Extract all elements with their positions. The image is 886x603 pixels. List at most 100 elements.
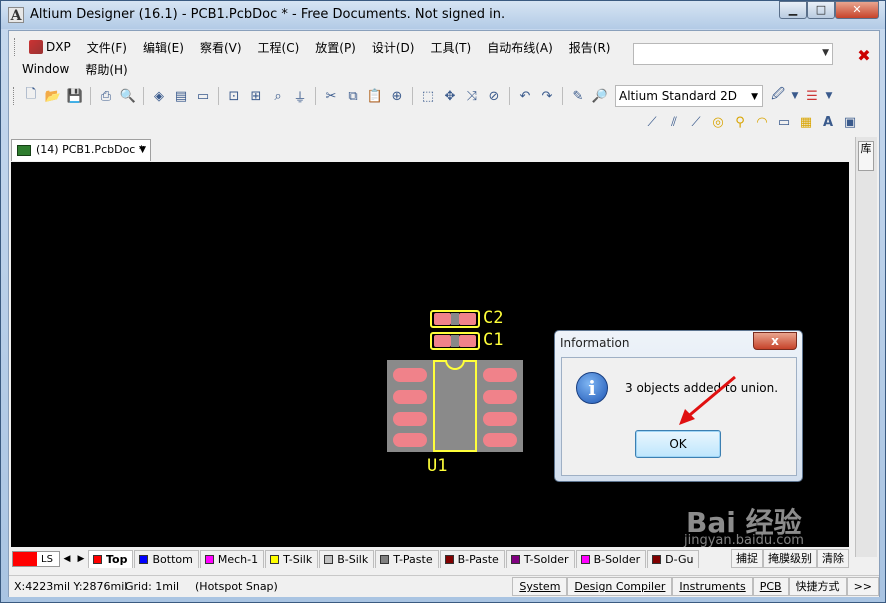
right-dock-strip: 库 — [855, 137, 877, 557]
select-area-icon[interactable]: ⬚ — [418, 86, 438, 106]
layer-tab-top[interactable]: Top — [88, 550, 134, 568]
fill-icon[interactable]: ▭ — [774, 112, 794, 132]
3d-body-icon[interactable]: ◈ — [149, 86, 169, 106]
chevron-down-icon[interactable]: ▼ — [139, 140, 146, 160]
open-folder-icon[interactable]: 📂 — [43, 86, 63, 106]
highlight-icon[interactable]: 🖉 — [768, 86, 788, 106]
pcb-document-icon — [17, 145, 31, 156]
component-icon[interactable]: ▣ — [840, 112, 860, 132]
browse-icon[interactable]: 🔎 — [590, 86, 610, 106]
panel-system-button[interactable]: System — [512, 577, 568, 596]
chevron-left-icon[interactable]: ◀ — [60, 554, 74, 564]
layer-tab-b-paste[interactable]: B-Paste — [439, 550, 505, 568]
string-text-icon[interactable]: A — [818, 112, 838, 132]
layer-tab-t-solder[interactable]: T-Solder — [505, 550, 575, 568]
arc-icon[interactable]: ◠ — [752, 112, 772, 132]
ok-button[interactable]: OK — [635, 430, 721, 458]
chevron-down-icon[interactable]: ▼ — [790, 86, 800, 106]
diff-pair-icon[interactable]: ⟋ — [686, 112, 706, 132]
layer-swatch-d-gu — [652, 555, 662, 564]
menu-tools[interactable]: 工具(T) — [422, 39, 479, 56]
menu-help[interactable]: 帮助(H) — [77, 61, 135, 78]
minimize-button[interactable]: ▁ — [779, 1, 807, 19]
crossprobe-icon[interactable]: ⤨ — [462, 86, 482, 106]
layer-tab-t-paste[interactable]: T-Paste — [375, 550, 439, 568]
layer-stack-icon[interactable]: ☰ — [802, 86, 822, 106]
component-c1[interactable] — [430, 332, 480, 350]
chevron-right-icon[interactable]: ▶ — [74, 554, 88, 564]
dialog-close-button[interactable]: x — [753, 332, 797, 350]
layer-tab-bottom[interactable]: Bottom — [134, 550, 199, 568]
close-window-button[interactable]: ✕ — [835, 1, 879, 19]
u1-pad-5 — [483, 433, 517, 447]
save-icon[interactable]: 💾 — [65, 86, 85, 106]
chevron-down-icon[interactable]: ▼ — [824, 86, 834, 106]
undo-icon[interactable]: ↶ — [515, 86, 535, 106]
toolbar-grip[interactable] — [13, 87, 16, 105]
c2-designator: C2 — [483, 308, 504, 328]
menu-file[interactable]: 文件(F) — [79, 39, 135, 56]
copy-icon[interactable]: ⧉ — [343, 86, 363, 106]
pad-icon[interactable]: ◎ — [708, 112, 728, 132]
menu-dxp[interactable]: DXP — [21, 40, 79, 55]
zoom-selected-icon[interactable]: ⌕ — [268, 86, 288, 106]
redo-icon[interactable]: ↷ — [537, 86, 557, 106]
deselect-icon[interactable]: ⊘ — [484, 86, 504, 106]
menu-place[interactable]: 放置(P) — [307, 39, 364, 56]
layer-tab-label: T-Solder — [523, 553, 569, 566]
filter-icon[interactable]: ⏚ — [290, 86, 310, 106]
mask-level-button[interactable]: 掩膜级别 — [763, 549, 817, 568]
layer-tab-label: B-Solder — [593, 553, 641, 566]
snap-button[interactable]: 捕捉 — [731, 549, 763, 568]
panel-design-compiler-button[interactable]: Design Compiler — [567, 577, 673, 596]
interactive-route-icon[interactable]: ⟋ — [642, 112, 662, 132]
clear-button[interactable]: 清除 — [817, 549, 849, 568]
menu-window[interactable]: Window — [14, 62, 77, 76]
panel-close-icon[interactable]: ✖ — [855, 47, 873, 65]
multi-route-icon[interactable]: ⫽ — [664, 112, 684, 132]
panel-more-button[interactable]: >> — [846, 577, 879, 596]
layer-swatch-t-paste — [380, 555, 390, 564]
menu-project[interactable]: 工程(C) — [250, 39, 308, 56]
component-c2[interactable] — [430, 310, 480, 328]
layer-tab-t-silk[interactable]: T-Silk — [265, 550, 319, 568]
menu-reports[interactable]: 报告(R) — [561, 39, 619, 56]
panel-pcb-button[interactable]: PCB — [752, 577, 789, 596]
print-preview-icon[interactable]: 🔍 — [118, 86, 138, 106]
menu-design[interactable]: 设计(D) — [364, 39, 423, 56]
toolbar-separator — [315, 87, 316, 105]
layer-tab-b-silk[interactable]: B-Silk — [319, 550, 375, 568]
menu-view[interactable]: 察看(V) — [192, 39, 250, 56]
toolbar-grip[interactable] — [14, 38, 17, 56]
rubber-stamp-icon[interactable]: ⊕ — [387, 86, 407, 106]
polygon-icon[interactable]: ▦ — [796, 112, 816, 132]
layer-tab-d-gu[interactable]: D-Gu — [647, 550, 700, 568]
current-layer-set[interactable]: LS — [12, 551, 60, 567]
top-right-combobox[interactable]: ▼ — [633, 43, 833, 65]
board-icon[interactable]: ▤ — [171, 86, 191, 106]
cut-icon[interactable]: ✂ — [321, 86, 341, 106]
title-bar[interactable]: A Altium Designer (16.1) - PCB1.PcbDoc *… — [1, 1, 885, 29]
layer-tab-b-solder[interactable]: B-Solder — [575, 550, 647, 568]
move-icon[interactable]: ✥ — [440, 86, 460, 106]
altium-logo-icon[interactable]: A — [8, 7, 24, 24]
menu-edit[interactable]: 编辑(E) — [135, 39, 192, 56]
panel-shortcuts-button[interactable]: 快捷方式 — [788, 577, 847, 596]
view-mode-select[interactable]: Altium Standard 2D ▼ — [615, 85, 763, 107]
menu-row-1: DXP 文件(F) 编辑(E) 察看(V) 工程(C) 放置(P) 设计(D) … — [14, 37, 618, 57]
zoom-area-icon[interactable]: ⊞ — [246, 86, 266, 106]
tab-pcb1-pcbdoc[interactable]: (14) PCB1.PcbDoc * ▼ — [11, 139, 151, 161]
zoom-fit-icon[interactable]: ⊡ — [224, 86, 244, 106]
maximize-button[interactable]: □ — [807, 1, 835, 19]
component-u1[interactable] — [387, 360, 523, 452]
new-document-icon[interactable]: 🗋 — [21, 86, 41, 106]
dock-tab-library[interactable]: 库 — [858, 141, 874, 171]
print-icon[interactable]: ⎙ — [96, 86, 116, 106]
folder-icon[interactable]: ▭ — [193, 86, 213, 106]
layer-tab-mech-1[interactable]: Mech-1 — [199, 550, 265, 568]
pencil-icon[interactable]: ✎ — [568, 86, 588, 106]
panel-instruments-button[interactable]: Instruments — [672, 577, 753, 596]
menu-autoroute[interactable]: 自动布线(A) — [479, 39, 561, 56]
paste-icon[interactable]: 📋 — [365, 86, 385, 106]
via-icon[interactable]: ⚲ — [730, 112, 750, 132]
